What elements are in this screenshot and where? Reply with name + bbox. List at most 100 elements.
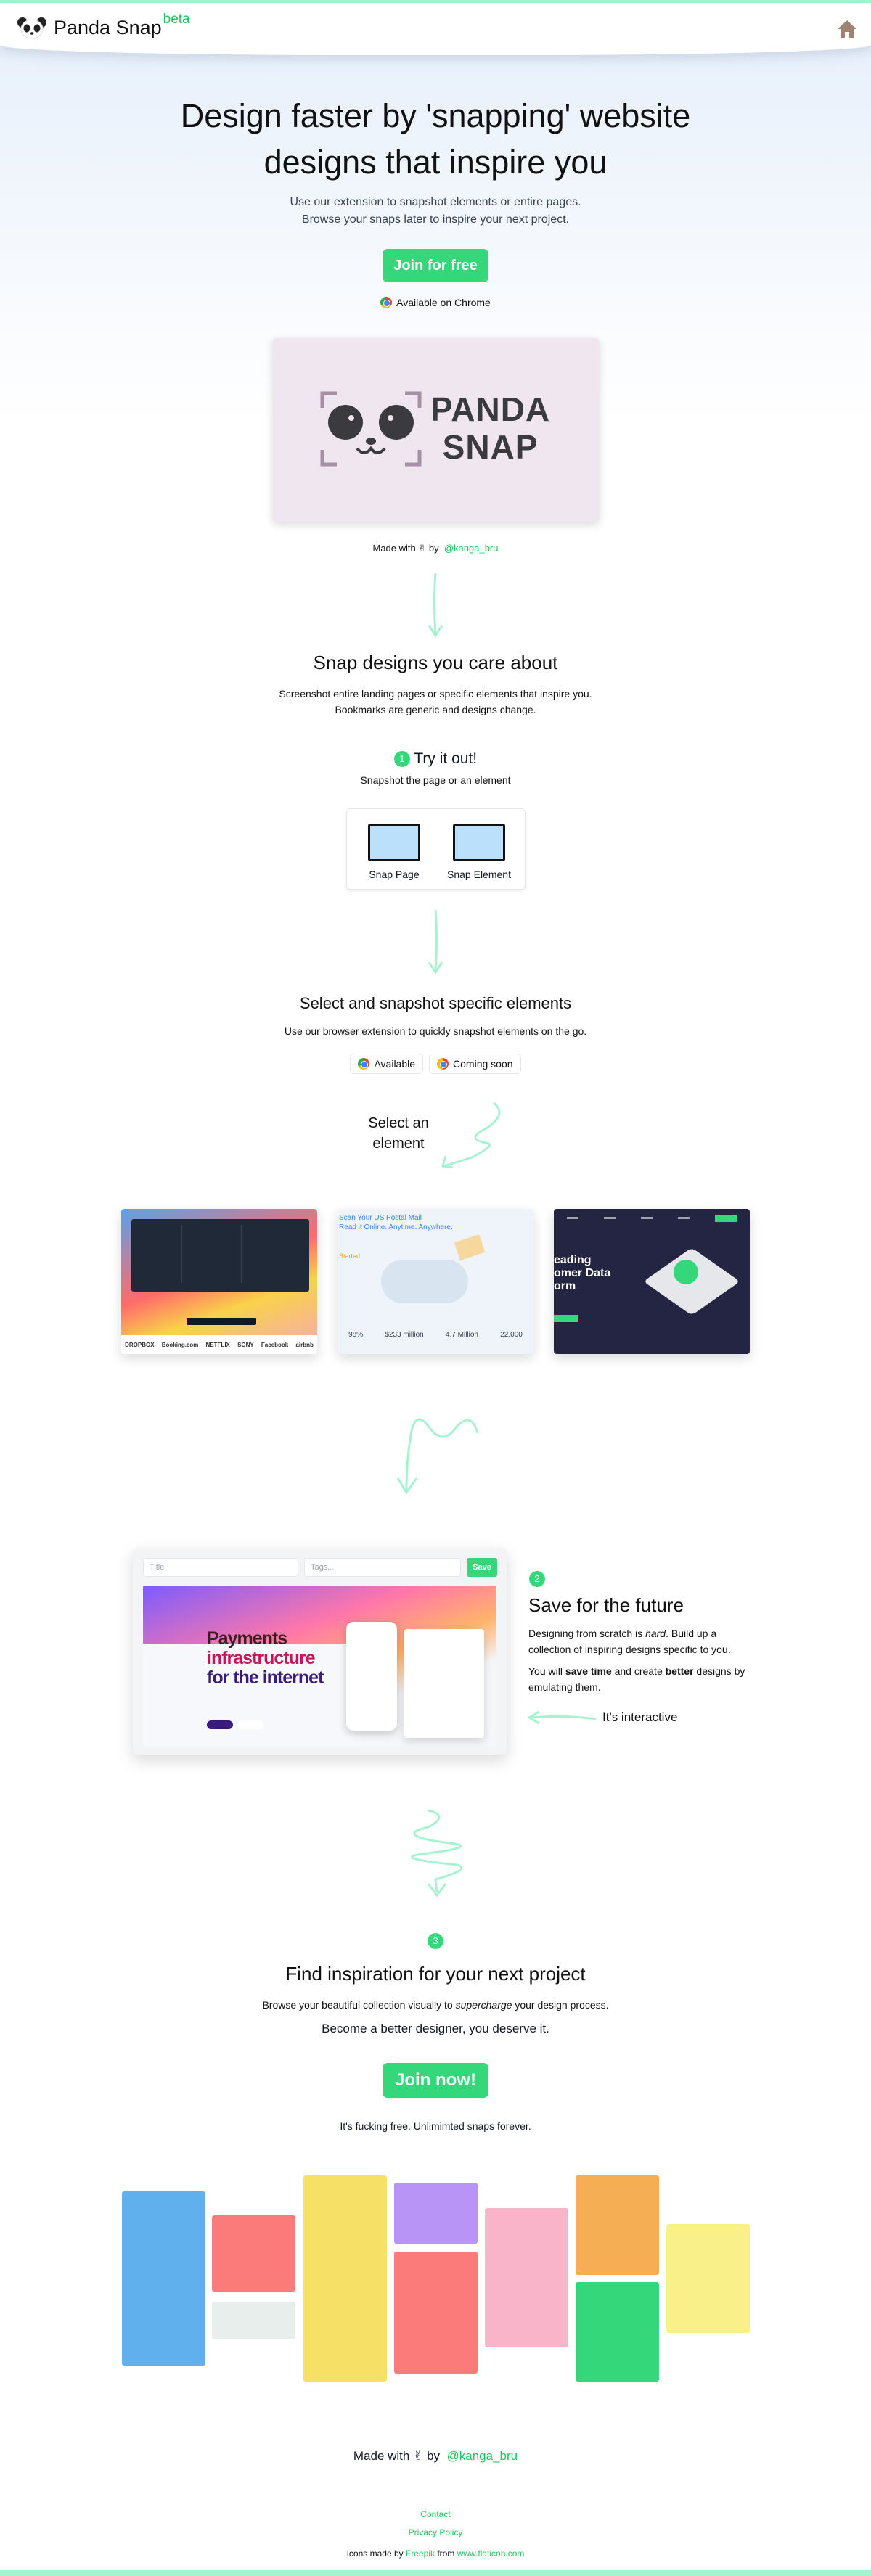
snap-designs-sub-line1: Screenshot entire landing pages or speci… <box>279 688 592 700</box>
hero-title-line2: designs that inspire you <box>263 144 608 181</box>
snap-element-label: Snap Element <box>447 869 511 880</box>
flaticon-link[interactable]: www.flaticon.com <box>457 2548 525 2559</box>
join-for-free-button[interactable]: Join for free <box>383 249 488 282</box>
stripe-line3: for the internet <box>207 1668 324 1688</box>
gallery-tile[interactable] <box>394 2252 478 2374</box>
hand-emoji-icon: ✌ <box>413 2449 424 2463</box>
hero-sub-line2: Browse your snaps later to inspire your … <box>301 213 570 226</box>
dashboard-column <box>191 1225 242 1283</box>
nav-cta <box>715 1215 737 1222</box>
snap-element-button[interactable]: Snap Element <box>439 824 519 880</box>
step-badge-1: 1 <box>393 751 410 768</box>
text-run: Browse your beautiful collection visuall… <box>262 1999 456 2011</box>
text-run: your design process. <box>512 1999 609 2011</box>
stat-value: 4.7 Million <box>445 1331 478 1339</box>
screenshot-dark-dashboard[interactable]: DROPBOX Booking.com NETFLIX SONY Faceboo… <box>121 1209 317 1354</box>
contact-link[interactable]: Contact <box>420 2509 450 2519</box>
squiggle-arrow-icon <box>396 1418 479 1495</box>
panda-snap-wordmark: PANDA SNAP <box>430 390 550 466</box>
gallery-tile[interactable] <box>212 2302 295 2339</box>
snap-page-button[interactable]: Snap Page <box>354 824 434 880</box>
step-badge-2: 2 <box>529 1571 545 1587</box>
free-note: It's fucking free. Unlimimted snaps fore… <box>340 2120 531 2132</box>
snap-designs-title: Snap designs you care about <box>313 652 558 673</box>
nav-item <box>566 1217 578 1219</box>
available-label: Available <box>374 1058 416 1070</box>
gallery-tile[interactable] <box>394 2183 478 2244</box>
save-button[interactable]: Save <box>467 1558 497 1577</box>
step-badge-2-wrap: 2 <box>529 1571 548 1587</box>
world-map-shape <box>381 1260 468 1303</box>
author-link[interactable]: @kanga_bru <box>444 543 499 554</box>
data-hub-icon <box>674 1260 698 1284</box>
available-on-chrome[interactable]: Available on Chrome <box>0 297 871 308</box>
gallery-tile[interactable] <box>576 2175 659 2275</box>
client-logo: DROPBOX <box>125 1341 155 1348</box>
step-badge-3: 3 <box>428 1933 443 1949</box>
chrome-available-pill[interactable]: Available <box>350 1054 424 1074</box>
beta-badge: beta <box>163 12 190 27</box>
try-it-subtitle: Snapshot the page or an element <box>360 774 511 786</box>
inspiration-title: Find inspiration for your next project <box>285 1963 586 1985</box>
nav-bar <box>554 1215 750 1222</box>
squiggle-arrow-icon <box>441 1102 501 1168</box>
inspiration-subtitle: Browse your beautiful collection visuall… <box>0 1997 871 2013</box>
headline-line3: orm <box>554 1280 576 1292</box>
client-logos-row: DROPBOX Booking.com NETFLIX SONY Faceboo… <box>121 1335 317 1354</box>
down-arrow-icon <box>428 909 443 975</box>
footer-author-link[interactable]: @kanga_bru <box>447 2449 518 2463</box>
zigzag-arrow-icon <box>411 1809 463 1898</box>
stat-value: 22,000 <box>500 1331 523 1339</box>
text-run: and create <box>611 1665 666 1677</box>
start-now-button <box>207 1720 233 1729</box>
dashboard-mockup <box>404 1629 484 1738</box>
gallery-tile[interactable] <box>303 2175 387 2382</box>
brand-logo[interactable]: Panda Snap beta <box>16 12 190 39</box>
phone-mockup <box>346 1622 397 1731</box>
postal-line1: Scan Your US Postal Mail <box>339 1214 422 1222</box>
join-now-button[interactable]: Join now! <box>383 2063 488 2098</box>
stripe-headline: Payments infrastructure for the internet <box>207 1629 324 1688</box>
privacy-policy-link[interactable]: Privacy Policy <box>409 2527 463 2538</box>
extension-save-dialog: Title Tags... Save Payments infrastructu… <box>133 1548 507 1755</box>
chrome-icon <box>380 297 393 308</box>
footer-privacy-wrap: Privacy Policy <box>0 2526 871 2539</box>
tags-input[interactable]: Tags... <box>304 1558 461 1577</box>
client-logo: SONY <box>237 1341 254 1348</box>
client-logo: NETFLIX <box>205 1341 230 1348</box>
snap-designs-sub-line2: Bookmarks are generic and designs change… <box>335 704 536 715</box>
postal-stats: 98% $233 million 4.7 Million 22,000 <box>338 1331 533 1339</box>
footer-contact-wrap: Contact <box>0 2508 871 2521</box>
wordmark-line2: SNAP <box>442 428 539 466</box>
gallery-tile[interactable] <box>122 2191 205 2366</box>
browser-icon <box>437 1058 449 1070</box>
text-run: Designing from scratch is <box>528 1628 646 1639</box>
screenshot-postal-mail[interactable]: Scan Your US Postal Mail Read it Online.… <box>338 1209 533 1354</box>
headline-line1: eading <box>554 1254 592 1266</box>
dashboard-column <box>139 1225 182 1283</box>
envelope-icon <box>454 1234 486 1260</box>
save-future-title: Save for the future <box>528 1594 684 1616</box>
chrome-icon <box>358 1058 370 1070</box>
save-future-body: Designing from scratch is hard. Build up… <box>528 1625 753 1695</box>
text-bold: better <box>665 1665 694 1677</box>
get-started-link: Started <box>339 1252 361 1260</box>
gallery-tile[interactable] <box>666 2224 750 2333</box>
made-with-text: Made with <box>372 543 416 554</box>
title-input[interactable]: Title <box>143 1558 298 1577</box>
hand-emoji-icon: ✌ <box>418 543 427 554</box>
gallery-tile[interactable] <box>212 2215 295 2292</box>
text-run: You will <box>528 1665 565 1677</box>
site-header: Panda Snap beta <box>0 3 871 55</box>
inspiration-tagline: Become a better designer, you deserve it… <box>322 2022 549 2035</box>
attribution-text: Icons made by <box>346 2548 404 2559</box>
panda-face-icon <box>320 391 422 467</box>
home-icon[interactable] <box>836 19 858 39</box>
bottom-accent-bar <box>0 2570 871 2576</box>
screenshot-customer-data[interactable]: eading omer Data orm <box>554 1209 750 1354</box>
customer-data-headline: eading omer Data orm <box>554 1254 610 1293</box>
gallery-tile[interactable] <box>576 2282 659 2382</box>
gallery-tile[interactable] <box>485 2208 568 2347</box>
save-paragraph-2: You will save time and create better des… <box>528 1663 753 1695</box>
freepik-link[interactable]: Freepik <box>406 2548 435 2559</box>
